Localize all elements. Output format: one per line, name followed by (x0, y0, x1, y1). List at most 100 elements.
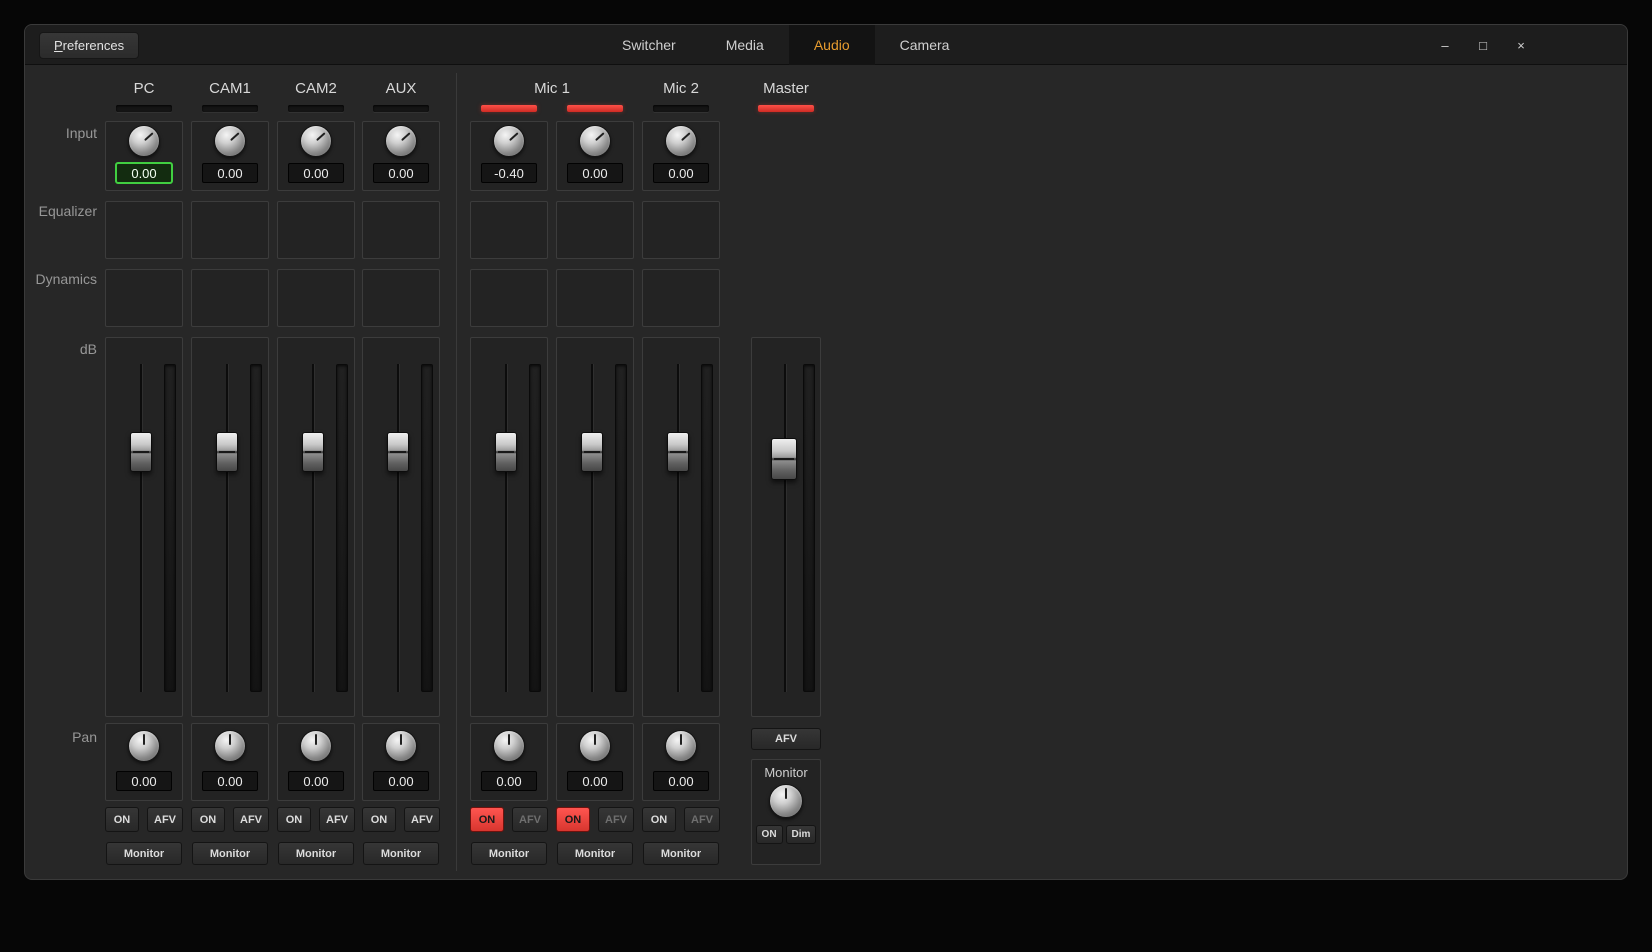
monitor-button[interactable]: Monitor (471, 842, 547, 865)
pan-knob[interactable] (493, 730, 525, 762)
equalizer-section[interactable] (642, 201, 720, 259)
fader-handle[interactable] (216, 432, 238, 472)
fader-track[interactable] (226, 364, 228, 692)
fader-handle[interactable] (771, 438, 797, 480)
input-gain-value[interactable]: 0.00 (567, 163, 623, 183)
fader-track[interactable] (677, 364, 679, 692)
input-gain-knob[interactable] (300, 125, 332, 157)
fader-track[interactable] (591, 364, 593, 692)
on-button[interactable]: ON (191, 807, 225, 832)
input-gain-value[interactable]: 0.00 (373, 163, 429, 183)
channel-buttons: ON AFV (642, 807, 720, 832)
afv-button[interactable]: AFV (512, 807, 548, 832)
fader-handle[interactable] (667, 432, 689, 472)
monitor-button[interactable]: Monitor (106, 842, 182, 865)
input-gain-knob[interactable] (128, 125, 160, 157)
fader-handle[interactable] (495, 432, 517, 472)
afv-button[interactable]: AFV (598, 807, 634, 832)
on-button[interactable]: ON (362, 807, 396, 832)
monitor-button[interactable]: Monitor (643, 842, 719, 865)
minimize-icon[interactable]: – (1431, 25, 1459, 65)
fader-handle[interactable] (302, 432, 324, 472)
close-icon[interactable]: × (1507, 25, 1535, 65)
dynamics-section[interactable] (191, 269, 269, 327)
pan-value[interactable]: 0.00 (481, 771, 537, 791)
input-gain-knob[interactable] (214, 125, 246, 157)
page-tabs: Switcher Media Audio Camera (597, 25, 974, 65)
master-afv-button[interactable]: AFV (751, 728, 821, 750)
afv-button[interactable]: AFV (147, 807, 183, 832)
equalizer-section[interactable] (470, 201, 548, 259)
on-button[interactable]: ON (642, 807, 676, 832)
pan-value[interactable]: 0.00 (202, 771, 258, 791)
on-button[interactable]: ON (277, 807, 311, 832)
knob-pointer (785, 788, 787, 799)
pan-value[interactable]: 0.00 (373, 771, 429, 791)
dynamics-section[interactable] (470, 269, 548, 327)
level-meter (164, 364, 176, 692)
dynamics-section[interactable] (556, 269, 634, 327)
channel-name: Master (763, 81, 809, 97)
row-label-input: Input (25, 125, 97, 141)
monitor-button[interactable]: Monitor (363, 842, 439, 865)
tab-camera[interactable]: Camera (875, 25, 975, 65)
dynamics-section[interactable] (642, 269, 720, 327)
monitor-volume-knob[interactable] (769, 784, 803, 818)
monitor-button[interactable]: Monitor (192, 842, 268, 865)
pan-knob[interactable] (300, 730, 332, 762)
maximize-icon[interactable]: □ (1469, 25, 1497, 65)
pan-value[interactable]: 0.00 (288, 771, 344, 791)
dynamics-section[interactable] (105, 269, 183, 327)
input-gain-value[interactable]: 0.00 (115, 162, 173, 184)
fader-track[interactable] (312, 364, 314, 692)
on-button[interactable]: ON (105, 807, 139, 832)
input-gain-knob[interactable] (493, 125, 525, 157)
afv-button[interactable]: AFV (684, 807, 720, 832)
pan-value[interactable]: 0.00 (567, 771, 623, 791)
equalizer-section[interactable] (556, 201, 634, 259)
preferences-button[interactable]: Preferences (39, 32, 139, 59)
equalizer-section[interactable] (277, 201, 355, 259)
knob-pointer (594, 734, 596, 745)
on-button[interactable]: ON (556, 807, 590, 832)
fader-track[interactable] (140, 364, 142, 692)
input-gain-value[interactable]: 0.00 (202, 163, 258, 183)
input-gain-knob[interactable] (579, 125, 611, 157)
monitor-button[interactable]: Monitor (278, 842, 354, 865)
fader-track[interactable] (784, 364, 786, 692)
fader-track[interactable] (397, 364, 399, 692)
knob-pointer (681, 132, 691, 141)
dynamics-section[interactable] (277, 269, 355, 327)
input-gain-knob[interactable] (385, 125, 417, 157)
tab-media[interactable]: Media (701, 25, 789, 65)
pan-value[interactable]: 0.00 (653, 771, 709, 791)
pan-knob[interactable] (128, 730, 160, 762)
equalizer-section[interactable] (191, 201, 269, 259)
on-button[interactable]: ON (470, 807, 504, 832)
monitor-button[interactable]: Monitor (557, 842, 633, 865)
fader-handle[interactable] (581, 432, 603, 472)
fader-handle[interactable] (130, 432, 152, 472)
equalizer-section[interactable] (362, 201, 440, 259)
input-gain-value[interactable]: 0.00 (653, 163, 709, 183)
tab-audio[interactable]: Audio (789, 25, 875, 65)
pan-value[interactable]: 0.00 (116, 771, 172, 791)
tab-switcher[interactable]: Switcher (597, 25, 701, 65)
input-gain-value[interactable]: 0.00 (288, 163, 344, 183)
pan-knob[interactable] (665, 730, 697, 762)
pan-knob[interactable] (579, 730, 611, 762)
input-gain-knob[interactable] (665, 125, 697, 157)
monitor-on-button[interactable]: ON (756, 825, 783, 844)
afv-button[interactable]: AFV (404, 807, 440, 832)
fader-track[interactable] (505, 364, 507, 692)
afv-button[interactable]: AFV (233, 807, 269, 832)
fader-handle[interactable] (387, 432, 409, 472)
pan-knob[interactable] (385, 730, 417, 762)
pan-knob[interactable] (214, 730, 246, 762)
equalizer-section[interactable] (105, 201, 183, 259)
dynamics-section[interactable] (362, 269, 440, 327)
input-gain-value[interactable]: -0.40 (481, 163, 537, 183)
input-section: 0.00 (642, 121, 720, 191)
monitor-dim-button[interactable]: Dim (786, 825, 817, 844)
afv-button[interactable]: AFV (319, 807, 355, 832)
